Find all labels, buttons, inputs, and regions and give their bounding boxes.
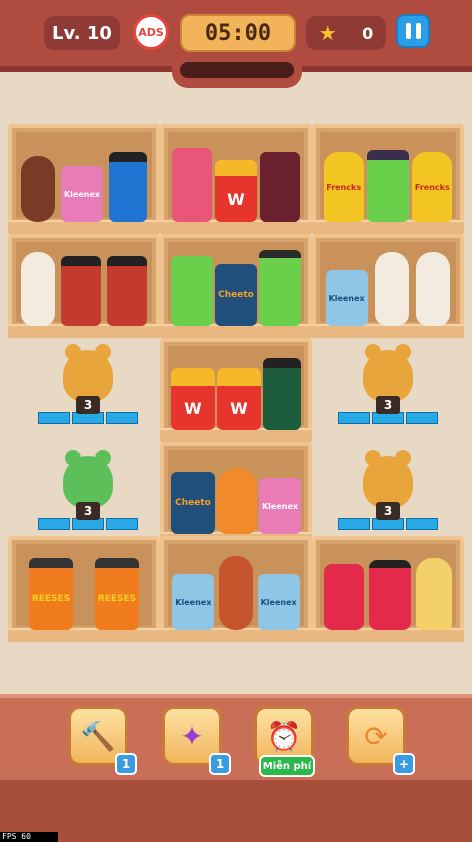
- alarm-clock-icon: ⏰: [266, 719, 302, 753]
- tissue-box-item[interactable]: Kleenex: [325, 270, 368, 326]
- mustard-item[interactable]: Frencks: [412, 152, 453, 222]
- reeses-bag-item[interactable]: REESES: [95, 558, 139, 630]
- level-indicator: Lv. 10: [44, 16, 120, 50]
- shelf-r1-c2[interactable]: W: [160, 124, 312, 234]
- hammer-booster-button[interactable]: 🔨 1: [68, 706, 137, 775]
- cheetos-bag-item[interactable]: Cheeto: [171, 472, 215, 534]
- magic-wand-icon: ✦: [180, 719, 204, 753]
- shelf-r3-c2[interactable]: W W: [160, 338, 312, 442]
- shelf-r5-c2[interactable]: Kleenex Kleenex: [160, 536, 312, 642]
- locked-slot: 3: [338, 450, 438, 530]
- pause-icon: [405, 23, 411, 39]
- gift-box-item[interactable]: [171, 256, 213, 326]
- ice-cream-item[interactable]: [217, 468, 257, 534]
- candy-bag-dark-item[interactable]: [260, 152, 301, 222]
- candle-item[interactable]: [368, 560, 411, 630]
- tissue-box-item[interactable]: Kleenex: [259, 478, 301, 534]
- bowling-pin-item[interactable]: [416, 252, 451, 326]
- shelf-r1-c1[interactable]: Kleenex: [8, 124, 160, 234]
- magic-wand-booster-button[interactable]: ✦ 1: [162, 706, 231, 775]
- fries-item[interactable]: W: [214, 160, 257, 222]
- alarm-clock-booster-button[interactable]: ⏰ Miễn phí: [254, 706, 315, 777]
- shelf-r2-c2[interactable]: Cheeto: [160, 234, 312, 338]
- mustard-item[interactable]: Frencks: [323, 152, 364, 222]
- bowling-pin-item[interactable]: [374, 252, 409, 326]
- tissue-box-item[interactable]: Kleenex: [61, 166, 103, 222]
- shelf-r2-c1[interactable]: [8, 234, 160, 338]
- bowling-pin-item[interactable]: [21, 252, 55, 326]
- teddy-bear-icon: [63, 344, 113, 402]
- shelf-r4-c2[interactable]: Cheeto Kleenex: [160, 442, 312, 546]
- shelf-r5-c3[interactable]: [312, 536, 464, 642]
- shelf-r2-c3[interactable]: Kleenex: [312, 234, 464, 338]
- tumbler-blue-item[interactable]: [109, 152, 147, 222]
- teddy-bear-icon: [363, 344, 413, 402]
- shuffle-icon: ⟳: [364, 719, 388, 753]
- lock-count: 3: [376, 396, 400, 414]
- shelf-r5-c1[interactable]: REESES REESES: [8, 536, 160, 642]
- teddy-bear-icon: [363, 450, 413, 508]
- locked-slot: 3: [38, 450, 138, 530]
- tumbler-red-item[interactable]: [61, 256, 101, 326]
- booster-count-badge: 1: [115, 753, 137, 775]
- progress-bar: [180, 62, 294, 78]
- tumbler-red-item[interactable]: [107, 256, 147, 326]
- locked-slot: 3: [338, 344, 438, 424]
- progress-panel: [172, 58, 302, 88]
- booster-add-badge[interactable]: +: [393, 753, 415, 775]
- timer: 05:00: [180, 14, 296, 52]
- booster-count-badge: 1: [209, 753, 231, 775]
- pause-button[interactable]: [396, 14, 430, 48]
- shelf-r1-c3[interactable]: Frencks Frencks: [312, 124, 464, 234]
- star-count: 0: [362, 23, 374, 43]
- hotdog-item[interactable]: [218, 556, 253, 630]
- locked-slot: 3: [38, 344, 138, 424]
- cheetos-bag-item[interactable]: Cheeto: [215, 264, 257, 326]
- popsicle-item[interactable]: [415, 558, 452, 630]
- free-badge: Miễn phí: [259, 755, 315, 777]
- fps-counter: FPS 60: [0, 832, 58, 842]
- tumbler-green-item[interactable]: [263, 358, 301, 430]
- floor: [0, 780, 472, 842]
- fries-item[interactable]: W: [217, 368, 261, 430]
- tissue-box-item[interactable]: Kleenex: [257, 574, 300, 630]
- tissue-box-item[interactable]: Kleenex: [172, 574, 215, 630]
- shuffle-booster-button[interactable]: ⟳ +: [346, 706, 415, 775]
- teddy-bear-icon: [63, 450, 113, 508]
- lock-count: 3: [76, 396, 100, 414]
- star-counter: ★ 0: [306, 16, 386, 50]
- reeses-bag-item[interactable]: REESES: [29, 558, 73, 630]
- candle-item[interactable]: [324, 564, 365, 630]
- star-icon: ★: [318, 21, 337, 45]
- fries-item[interactable]: W: [171, 368, 215, 430]
- candy-bag-item[interactable]: [171, 148, 212, 222]
- lock-count: 3: [376, 502, 400, 520]
- lock-count: 3: [76, 502, 100, 520]
- ads-button[interactable]: ADS: [133, 14, 169, 50]
- hotdog-item[interactable]: [21, 156, 55, 222]
- hammer-icon: 🔨: [80, 719, 116, 753]
- gift-box-item[interactable]: [366, 150, 409, 222]
- gift-box-item[interactable]: [259, 250, 301, 326]
